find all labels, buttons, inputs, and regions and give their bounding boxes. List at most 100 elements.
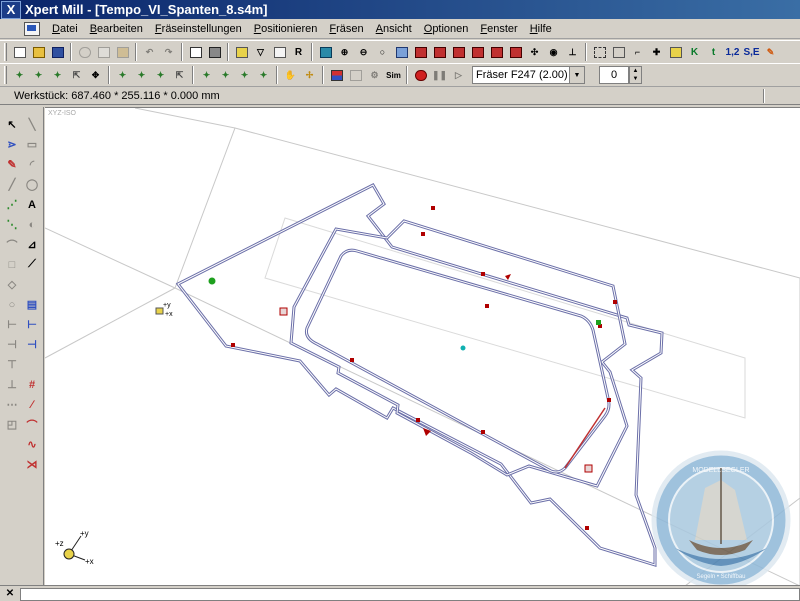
quantity-value[interactable]: 0 [599, 66, 629, 84]
align-icon[interactable]: ⊢ [23, 315, 41, 334]
pencil-icon[interactable]: ✎ [762, 43, 779, 61]
paste-icon[interactable] [114, 43, 131, 61]
snap-icon[interactable]: ⌐ [629, 43, 646, 61]
undo-icon[interactable]: ↶ [141, 43, 158, 61]
move-icon[interactable]: ✢ [301, 66, 318, 84]
menu-ansicht[interactable]: Ansicht [370, 23, 418, 35]
tool-icon[interactable] [667, 43, 684, 61]
draw-10-icon[interactable]: ⊤ [3, 355, 21, 374]
view-iso-icon[interactable] [393, 43, 410, 61]
mill-8-icon[interactable]: ⇱ [171, 66, 188, 84]
menu-positionieren[interactable]: Positionieren [248, 23, 324, 35]
rect-icon[interactable]: ▭ [23, 135, 41, 154]
open-icon[interactable] [30, 43, 47, 61]
pointer-icon[interactable]: ↖ [3, 115, 21, 134]
menu-fenster[interactable]: Fenster [474, 23, 523, 35]
draw-2-icon[interactable]: ⋰ [3, 195, 21, 214]
draw-1-icon[interactable]: ╱ [3, 175, 21, 194]
center-icon[interactable]: ✥ [87, 66, 104, 84]
chevron-down-icon[interactable]: ▼ [569, 67, 584, 83]
toolbar-grip[interactable] [4, 43, 7, 61]
redo-icon[interactable]: ↷ [160, 43, 177, 61]
mill-3-icon[interactable]: ✦ [49, 66, 66, 84]
zoom-in-icon[interactable]: ⊕ [336, 43, 353, 61]
play-icon[interactable]: ▷ [450, 66, 467, 84]
list-icon[interactable]: ▤ [23, 295, 41, 314]
curve-2-icon[interactable]: ⌒ [23, 415, 41, 434]
fill-icon[interactable]: ◐ [23, 215, 41, 234]
circle-icon[interactable]: ◯ [23, 175, 41, 194]
document-icon[interactable] [24, 21, 40, 36]
menu-datei[interactable]: Datei [46, 23, 84, 35]
settings-icon[interactable]: ⚙ [366, 66, 383, 84]
cut-icon[interactable] [76, 43, 93, 61]
tool-select[interactable]: Fräser F247 (2.00) ▼ [472, 66, 585, 84]
quantity-stepper[interactable]: 0 ▲ ▼ [599, 66, 642, 84]
draw-6-icon[interactable]: ◇ [3, 275, 21, 294]
number-button[interactable]: 1,2 [724, 43, 741, 61]
arc-icon[interactable]: ◜ [23, 155, 41, 174]
mirror-icon[interactable]: ⟋ [23, 255, 41, 274]
curve-4-icon[interactable]: ⋊ [23, 455, 41, 474]
curve-1-icon[interactable]: ∕ [23, 395, 41, 414]
curve-3-icon[interactable]: ∿ [23, 435, 41, 454]
mill-4-icon[interactable]: ⇱ [68, 66, 85, 84]
print-icon[interactable] [206, 43, 223, 61]
menu-fraeseinstellungen[interactable]: Fräseinstellungen [149, 23, 248, 35]
hand-icon[interactable]: ✋ [282, 66, 299, 84]
layers-icon[interactable] [328, 66, 345, 84]
se-button[interactable]: S,E [743, 43, 760, 61]
draw-8-icon[interactable]: ⊢ [3, 315, 21, 334]
import-icon[interactable] [271, 43, 288, 61]
draw-5-icon[interactable]: □ [3, 255, 21, 274]
line-icon[interactable]: ╲ [23, 115, 41, 134]
t-button[interactable]: t [705, 43, 722, 61]
draw-13-icon[interactable]: ◰ [3, 415, 21, 434]
menu-optionen[interactable]: Optionen [418, 23, 475, 35]
rotate-icon[interactable]: ✣ [526, 43, 543, 61]
menu-fraesen[interactable]: Fräsen [323, 23, 369, 35]
draw-9-icon[interactable]: ⊣ [3, 335, 21, 354]
hash-icon[interactable]: # [23, 375, 41, 394]
eye-icon[interactable]: ◉ [545, 43, 562, 61]
view-top-icon[interactable] [488, 43, 505, 61]
menu-bearbeiten[interactable]: Bearbeiten [84, 23, 149, 35]
view-bottom-icon[interactable] [507, 43, 524, 61]
view-right-icon[interactable] [469, 43, 486, 61]
view-icon[interactable] [317, 43, 334, 61]
arrange-icon[interactable]: ⊣ [23, 335, 41, 354]
view-back-icon[interactable] [431, 43, 448, 61]
zoom-out-icon[interactable]: ⊖ [355, 43, 372, 61]
new-icon[interactable] [11, 43, 28, 61]
viewport-3d[interactable]: XYZ-ISO +y +x +y +x +z MODELLSEGLER Sege… [45, 107, 800, 585]
draw-12-icon[interactable]: ⋯ [3, 395, 21, 414]
node-select-icon[interactable]: ⋗ [3, 135, 21, 154]
toolbar-grip[interactable] [4, 66, 7, 84]
print-preview-icon[interactable] [187, 43, 204, 61]
measure-icon[interactable]: ⊿ [23, 235, 41, 254]
reset-button[interactable]: R [290, 43, 307, 61]
sim-button[interactable]: Sim [385, 66, 402, 84]
draw-7-icon[interactable]: ○ [3, 295, 21, 314]
axis-icon[interactable]: ⊥ [564, 43, 581, 61]
mill-9-icon[interactable]: ✦ [198, 66, 215, 84]
draw-3-icon[interactable]: ⋱ [3, 215, 21, 234]
view-front-icon[interactable] [412, 43, 429, 61]
menu-hilfe[interactable]: Hilfe [524, 23, 558, 35]
mill-6-icon[interactable]: ✦ [133, 66, 150, 84]
stop-icon[interactable] [412, 66, 429, 84]
close-icon[interactable]: ✕ [3, 587, 17, 600]
view-left-icon[interactable] [450, 43, 467, 61]
mill-7-icon[interactable]: ✦ [152, 66, 169, 84]
copy-icon[interactable] [95, 43, 112, 61]
k-button[interactable]: K [686, 43, 703, 61]
mill-10-icon[interactable]: ✦ [217, 66, 234, 84]
zoom-icon[interactable]: ○ [374, 43, 391, 61]
pen-icon[interactable]: ✎ [3, 155, 21, 174]
mill-5-icon[interactable]: ✦ [114, 66, 131, 84]
spin-icon[interactable]: ▲ ▼ [629, 66, 642, 84]
filter-icon[interactable]: ▽ [252, 43, 269, 61]
mill-2-icon[interactable]: ✦ [30, 66, 47, 84]
save-icon[interactable] [49, 43, 66, 61]
text-icon[interactable]: A [23, 195, 41, 214]
